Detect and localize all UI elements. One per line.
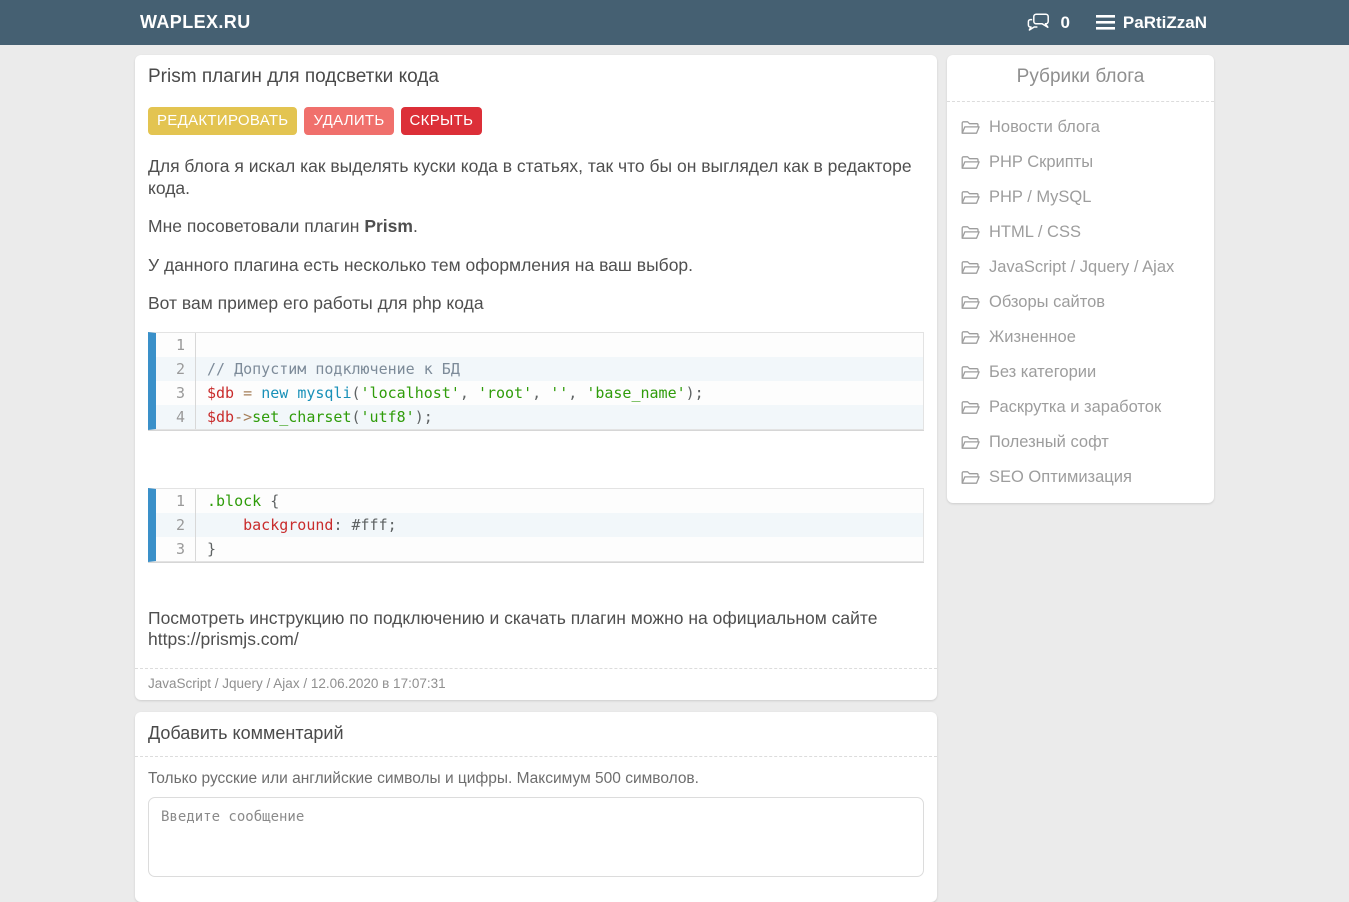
sidebar-category[interactable]: SEO Оптимизация (961, 468, 1200, 487)
sidebar-category[interactable]: Без категории (961, 363, 1200, 382)
comments-counter[interactable]: 0 (1027, 13, 1069, 33)
sidebar-title: Рубрики блога (961, 66, 1200, 101)
code-line: 3$db = new mysqli('localhost', 'root', '… (156, 381, 923, 405)
folder-open-icon (961, 365, 980, 381)
folder-open-icon (961, 295, 980, 311)
sidebar-categories: Новости блога PHP Скрипты PHP / MySQL HTML … (961, 118, 1200, 487)
line-number: 2 (156, 513, 196, 537)
code-line: 1.block { (156, 489, 923, 513)
sidebar-category-label: Раскрутка и заработок (989, 398, 1161, 417)
post-card: Prism плагин для подсветки кода РЕДАКТИР… (135, 55, 937, 700)
sidebar-category-label: SEO Оптимизация (989, 468, 1132, 487)
sidebar-category-label: JavaScript / Jquery / Ajax (989, 258, 1174, 277)
sidebar-category[interactable]: JavaScript / Jquery / Ajax (961, 258, 1200, 277)
folder-open-icon (961, 120, 980, 136)
top-navbar: WAPLEX.RU 0 PaRtiZzaN (0, 0, 1349, 45)
post-paragraph: Посмотреть инструкцию по подключению и с… (148, 608, 924, 651)
post-paragraph: Для блога я искал как выделять куски код… (148, 156, 924, 199)
sidebar-category-label: Обзоры сайтов (989, 293, 1105, 312)
sidebar-category-label: PHP / MySQL (989, 188, 1091, 207)
post-actions: РЕДАКТИРОВАТЬ УДАЛИТЬ СКРЫТЬ (148, 107, 924, 135)
code-line: 4$db->set_charset('utf8'); (156, 405, 923, 429)
hamburger-menu-icon (1096, 15, 1115, 30)
sidebar-category-label: Полезный софт (989, 433, 1109, 452)
sidebar-category-label: Жизненное (989, 328, 1076, 347)
sidebar-category[interactable]: Новости блога (961, 118, 1200, 137)
line-number: 3 (156, 381, 196, 405)
post-paragraph: У данного плагина есть несколько тем офо… (148, 255, 924, 277)
folder-open-icon (961, 400, 980, 416)
sidebar-category[interactable]: Полезный софт (961, 433, 1200, 452)
post-paragraph: Мне посоветовали плагин Prism. (148, 216, 924, 238)
edit-button[interactable]: РЕДАКТИРОВАТЬ (148, 107, 297, 135)
post-body: Для блога я искал как выделять куски код… (148, 156, 924, 315)
sidebar-category[interactable]: Обзоры сайтов (961, 293, 1200, 312)
main-column: Prism плагин для подсветки кода РЕДАКТИР… (135, 55, 937, 902)
chat-bubbles-icon (1027, 13, 1052, 32)
code-line: 3} (156, 537, 923, 561)
folder-open-icon (961, 190, 980, 206)
sidebar-category-label: Без категории (989, 363, 1096, 382)
navbar-right: 0 PaRtiZzaN (1027, 13, 1207, 33)
sidebar-category[interactable]: Раскрутка и заработок (961, 398, 1200, 417)
line-number: 4 (156, 405, 196, 429)
folder-open-icon (961, 155, 980, 171)
folder-open-icon (961, 260, 980, 276)
sidebar-category[interactable]: PHP Скрипты (961, 153, 1200, 172)
folder-open-icon (961, 330, 980, 346)
comments-count: 0 (1060, 13, 1069, 33)
line-number: 1 (156, 333, 196, 357)
post-paragraph: Вот вам пример его работы для php кода (148, 293, 924, 315)
sidebar-category[interactable]: Жизненное (961, 328, 1200, 347)
sidebar-divider (947, 101, 1214, 102)
username: PaRtiZzaN (1123, 13, 1207, 33)
code-line: 1 (156, 333, 923, 357)
site-logo[interactable]: WAPLEX.RU (140, 12, 251, 33)
line-number: 3 (156, 537, 196, 561)
delete-button[interactable]: УДАЛИТЬ (304, 107, 393, 135)
comment-input[interactable] (148, 797, 924, 877)
sidebar-category[interactable]: HTML / CSS (961, 223, 1200, 242)
hide-button[interactable]: СКРЫТЬ (401, 107, 483, 135)
post-title: Prism плагин для подсветки кода (148, 66, 924, 88)
comment-form-card: Добавить комментарий Только русские или … (135, 712, 937, 902)
folder-open-icon (961, 470, 980, 486)
folder-open-icon (961, 225, 980, 241)
sidebar-category[interactable]: PHP / MySQL (961, 188, 1200, 207)
comment-form-divider (135, 756, 937, 757)
comment-hint: Только русские или английские символы и … (148, 770, 924, 788)
sidebar-category-label: PHP Скрипты (989, 153, 1093, 172)
user-menu[interactable]: PaRtiZzaN (1096, 13, 1207, 33)
page-container: Prism плагин для подсветки кода РЕДАКТИР… (0, 45, 1349, 902)
folder-open-icon (961, 435, 980, 451)
sidebar: Рубрики блога Новости блога PHP Скрипты PH… (947, 55, 1214, 503)
line-number: 1 (156, 489, 196, 513)
code-line: 2// Допустим подключение к БД (156, 357, 923, 381)
post-closing-paragraph: Посмотреть инструкцию по подключению и с… (148, 608, 924, 651)
sidebar-category-label: HTML / CSS (989, 223, 1081, 242)
line-number: 2 (156, 357, 196, 381)
post-meta: JavaScript / Jquery / Ajax / 12.06.2020 … (148, 669, 924, 693)
sidebar-category-label: Новости блога (989, 118, 1100, 137)
code-block-php: 12// Допустим подключение к БД3$db = new… (148, 332, 924, 430)
comment-form-title: Добавить комментарий (148, 723, 924, 746)
code-block-css: 1.block {2 background: #fff;3} (148, 488, 924, 562)
code-line: 2 background: #fff; (156, 513, 923, 537)
